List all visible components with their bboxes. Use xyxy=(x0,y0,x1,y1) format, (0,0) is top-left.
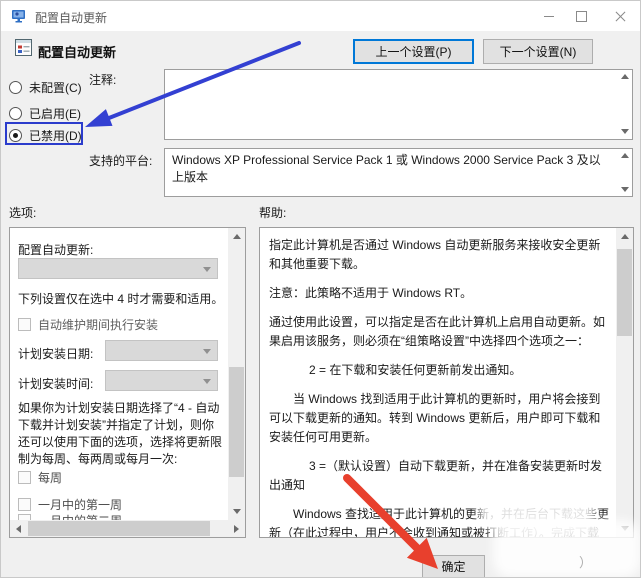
options-vertical-scrollbar[interactable] xyxy=(228,228,245,520)
options-label: 选项: xyxy=(9,204,36,221)
configure-auto-update-dialog: 配置自动更新 配置自动更新 上一个设置(P) 下一个设置(N) 未配置(C) 已… xyxy=(0,0,641,578)
install-day-label: 计划安装日期: xyxy=(18,345,93,362)
help-paragraph: 当 Windows 找到适用于此计算机的更新时，用户将会接到可以下载更新的通知。… xyxy=(269,390,610,447)
schedule-note: 如果你为计划安装日期选择了“4 - 自动下载并计划安装”并指定了计划，则你还可以… xyxy=(18,400,225,468)
chevron-down-icon xyxy=(203,379,211,384)
scroll-down-icon xyxy=(621,187,629,192)
checkbox-icon xyxy=(18,471,31,484)
previous-setting-button[interactable]: 上一个设置(P) xyxy=(353,39,474,64)
help-vertical-scrollbar[interactable] xyxy=(616,228,633,537)
scroll-down-button[interactable] xyxy=(228,503,245,520)
supported-on-label: 支持的平台: xyxy=(89,152,152,169)
checkbox-label: 自动维护期间执行安装 xyxy=(38,318,158,332)
comment-label: 注释: xyxy=(89,71,116,88)
help-paragraph: 通过使用此设置，可以指定是否在此计算机上启用自动更新。如果启用该服务，则必须在“… xyxy=(269,313,610,351)
radio-enabled[interactable]: 已启用(E) xyxy=(9,105,81,121)
app-icon xyxy=(11,8,27,24)
close-button[interactable] xyxy=(599,1,641,31)
scroll-down-icon xyxy=(621,129,629,134)
radio-label: 已启用(E) xyxy=(29,105,81,122)
scroll-up-button[interactable] xyxy=(228,228,245,245)
options-panel: 配置自动更新: 下列设置仅在选中 4 时才需要和适用。 自动维护期间执行安装 计… xyxy=(9,227,246,538)
supported-on-box: Windows XP Professional Service Pack 1 或… xyxy=(164,148,633,197)
help-label: 帮助: xyxy=(259,204,286,221)
comment-input[interactable] xyxy=(164,69,633,140)
ok-button[interactable]: 确定 xyxy=(422,555,485,578)
policy-setting-icon xyxy=(15,39,32,56)
radio-circle xyxy=(9,107,22,120)
maximize-button[interactable] xyxy=(565,1,597,31)
help-paragraph: 2 = 在下载和安装任何更新前发出通知。 xyxy=(269,361,610,380)
scroll-right-button[interactable] xyxy=(228,520,245,537)
help-paragraph: 指定此计算机是否通过 Windows 自动更新服务来接收安全更新和其他重要下载。 xyxy=(269,236,610,274)
titlebar: 配置自动更新 xyxy=(1,1,640,31)
minimize-button[interactable] xyxy=(533,1,565,31)
scroll-up-button[interactable] xyxy=(616,228,633,245)
first-week-checkbox: 一月中的第一周 xyxy=(18,498,122,512)
radio-label: 未配置(C) xyxy=(29,79,82,96)
maintenance-install-checkbox: 自动维护期间执行安装 xyxy=(18,318,158,332)
close-icon xyxy=(615,11,626,22)
configure-auto-update-dropdown xyxy=(18,258,218,279)
checkbox-icon xyxy=(18,318,31,331)
help-paragraph: 注意：此策略不适用于 Windows RT。 xyxy=(269,284,610,303)
setting-title: 配置自动更新 xyxy=(38,42,116,61)
scrollbar-thumb[interactable] xyxy=(229,367,244,477)
checkbox-label: 每周 xyxy=(38,471,62,485)
scrollbar-thumb[interactable] xyxy=(617,249,632,336)
minimize-icon xyxy=(544,16,554,17)
annotation-highlight-box xyxy=(5,122,83,145)
radio-not-configured[interactable]: 未配置(C) xyxy=(9,79,82,95)
weekly-checkbox: 每周 xyxy=(18,471,62,485)
option4-note: 下列设置仅在选中 4 时才需要和适用。 xyxy=(18,290,226,307)
radio-circle xyxy=(9,81,22,94)
checkbox-label: 一月中的第一周 xyxy=(38,498,122,512)
watermark-blur xyxy=(493,520,641,578)
scroll-up-icon xyxy=(621,74,629,79)
configure-auto-update-label: 配置自动更新: xyxy=(18,241,93,258)
obscured-button-text: ） xyxy=(579,552,592,571)
chevron-down-icon xyxy=(203,267,211,272)
scroll-left-button[interactable] xyxy=(10,520,27,537)
next-setting-button[interactable]: 下一个设置(N) xyxy=(483,39,593,64)
maximize-icon xyxy=(576,11,587,22)
window-title: 配置自动更新 xyxy=(35,9,107,26)
checkbox-icon xyxy=(18,498,31,511)
options-horizontal-scrollbar[interactable] xyxy=(10,520,245,537)
install-time-dropdown xyxy=(105,370,218,391)
scrollbar-thumb[interactable] xyxy=(28,521,210,536)
chevron-down-icon xyxy=(203,349,211,354)
install-day-dropdown xyxy=(105,340,218,361)
install-time-label: 计划安装时间: xyxy=(18,375,93,392)
scroll-up-icon xyxy=(621,153,629,158)
